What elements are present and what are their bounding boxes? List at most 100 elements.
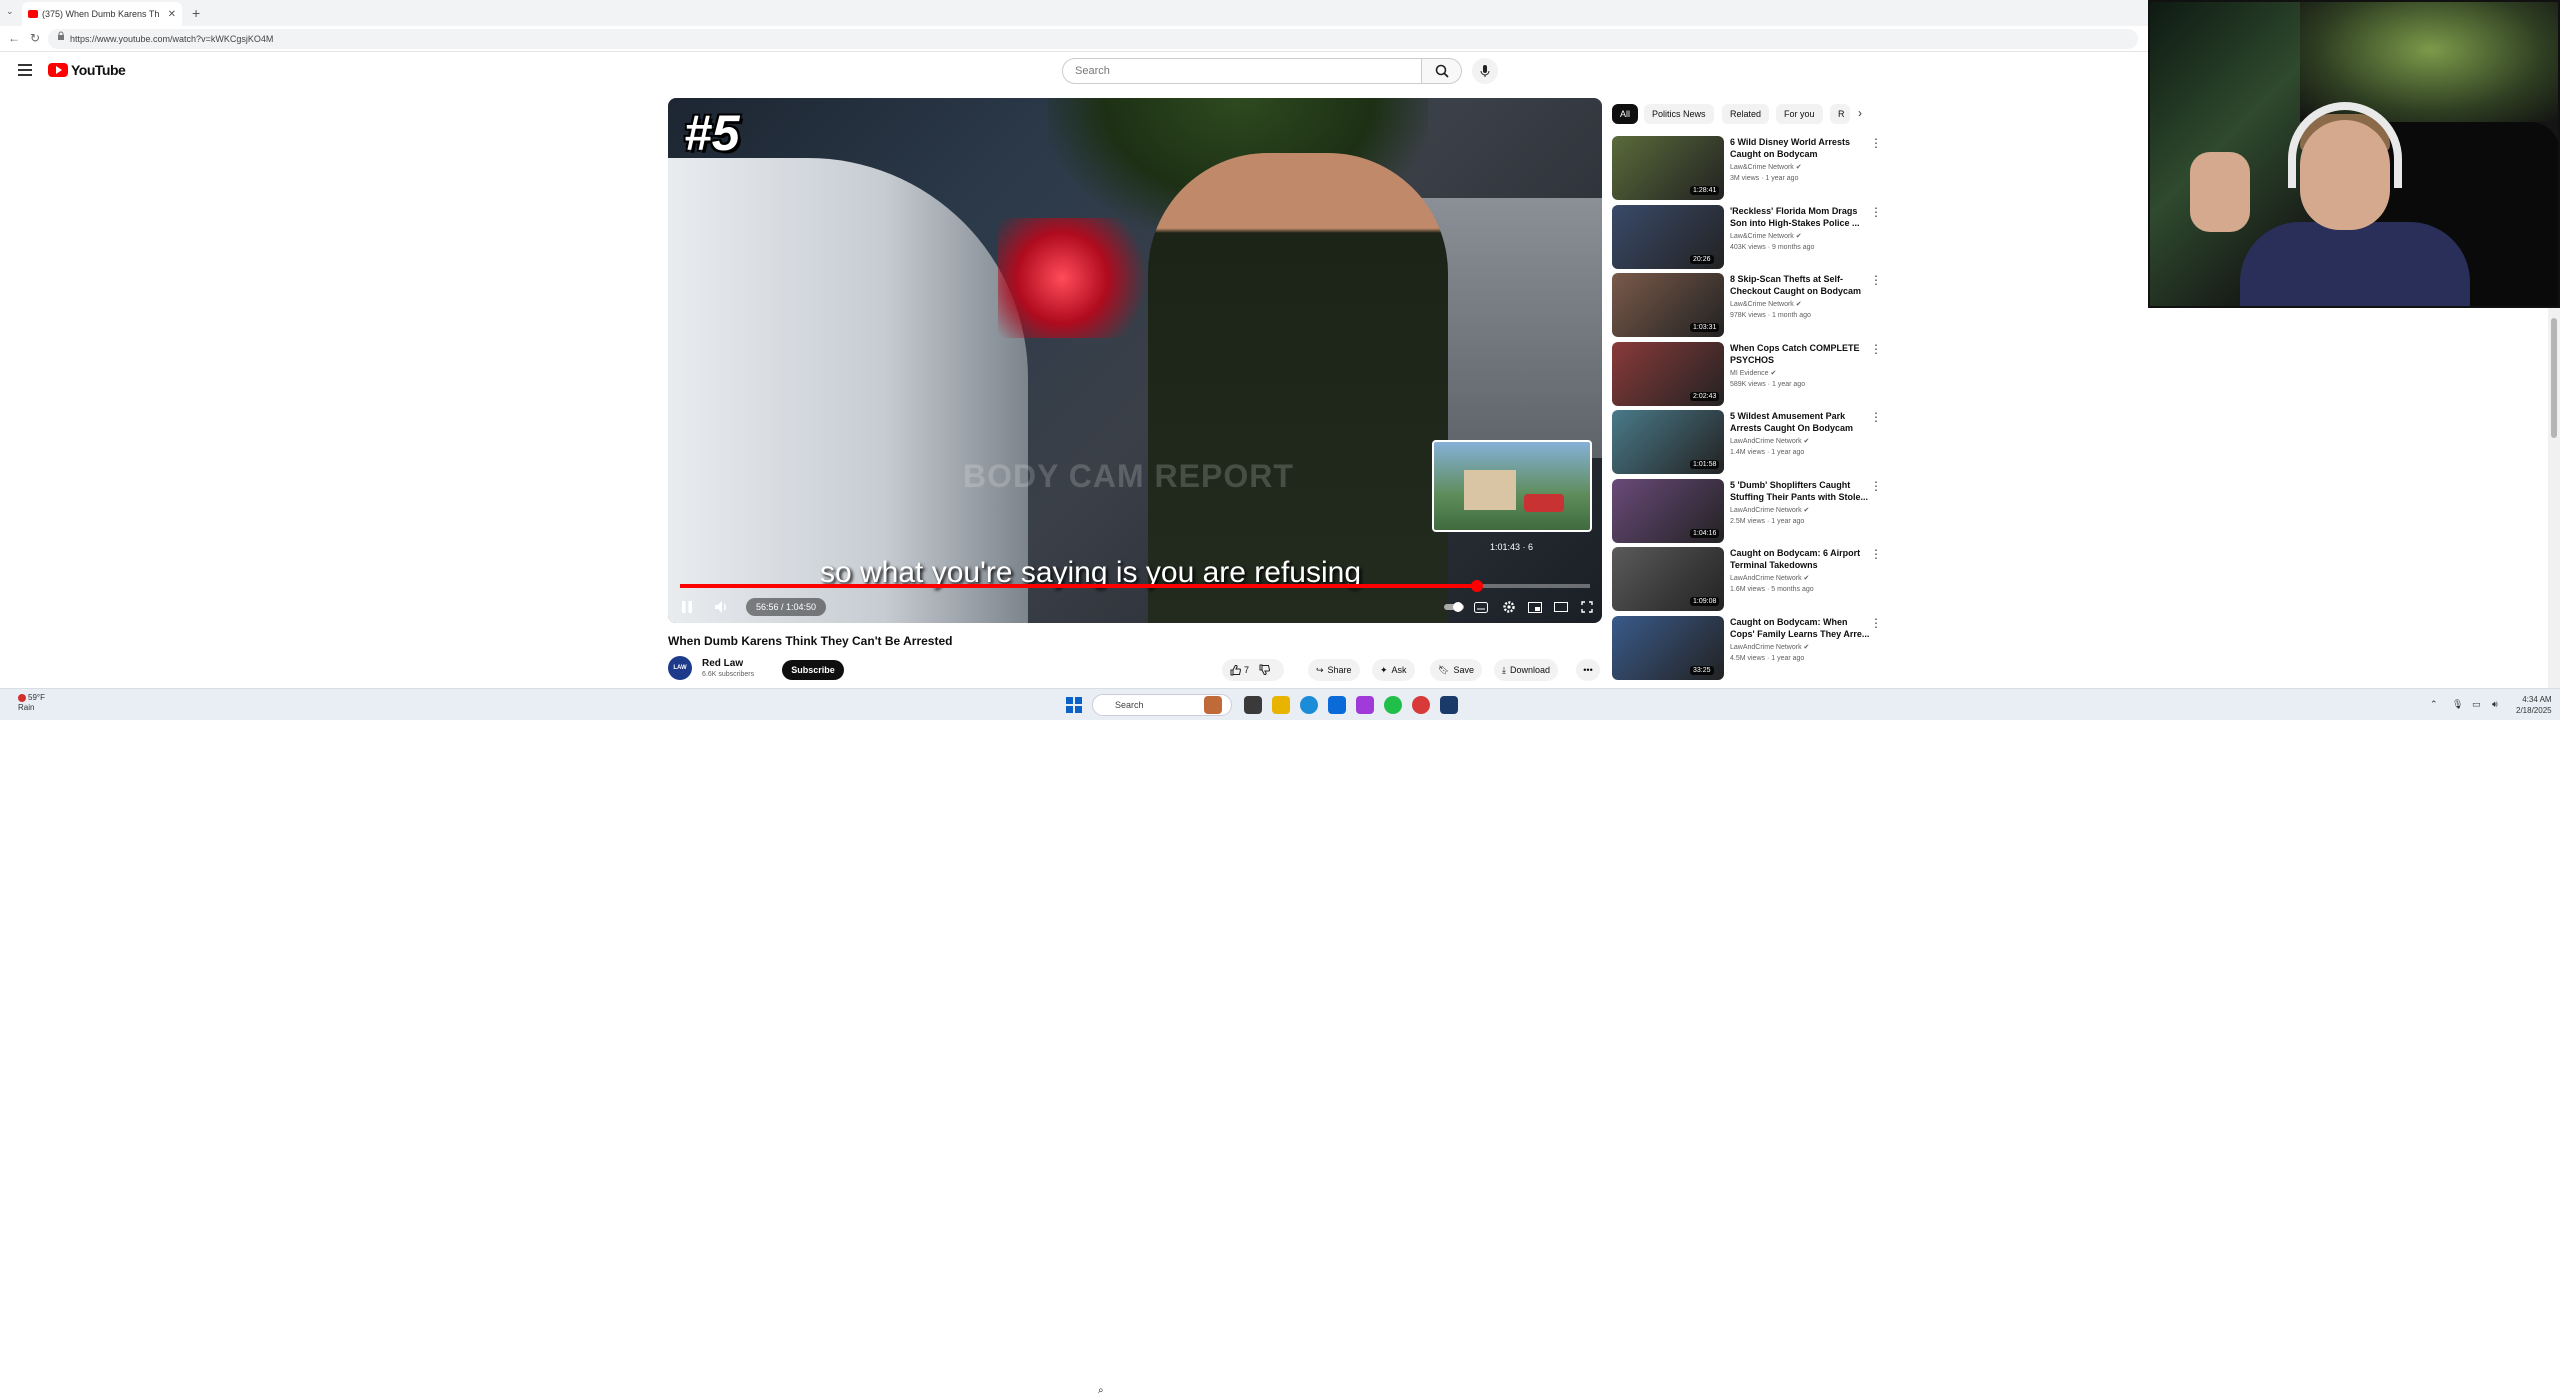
chip-politics-news[interactable]: Politics News <box>1644 104 1714 124</box>
more-vertical-icon[interactable]: ⋮ <box>1870 205 1882 219</box>
save-button[interactable]: 🔖︎ Save <box>1430 659 1482 681</box>
start-button[interactable] <box>1066 697 1082 713</box>
video-player[interactable]: #5 BODY CAM REPORT 1:01:43 · 6 so what y… <box>668 98 1602 623</box>
recommendation-item[interactable]: 1:09:08 Caught on Bodycam: 6 Airport Term… <box>1612 547 1882 611</box>
recommendation-title[interactable]: 8 Skip-Scan Thefts at Self-Checkout Caug… <box>1730 273 1870 297</box>
search-button[interactable] <box>1422 58 1462 84</box>
taskbar-widget-icon[interactable] <box>1204 696 1222 714</box>
like-button[interactable]: 7 <box>1230 664 1249 676</box>
page-scrollbar[interactable] <box>2548 308 2560 688</box>
video-frame-police-lights <box>998 218 1158 338</box>
ask-label: Ask <box>1391 665 1407 675</box>
edge-icon[interactable] <box>1300 696 1318 714</box>
recommendation-item[interactable]: 1:01:58 5 Wildest Amusement Park Arrests … <box>1612 410 1882 474</box>
ask-button[interactable]: ✦ Ask <box>1372 659 1415 681</box>
file-explorer-icon[interactable] <box>1272 696 1290 714</box>
recommendation-title[interactable]: Caught on Bodycam: 6 Airport Terminal Ta… <box>1730 547 1870 571</box>
more-vertical-icon[interactable]: ⋮ <box>1870 616 1882 630</box>
progress-bar[interactable] <box>680 580 1590 592</box>
recommendation-channel[interactable]: Law&Crime Network ✔︎ <box>1730 232 1802 240</box>
store-icon[interactable] <box>1328 696 1346 714</box>
subtitles-icon <box>1474 601 1488 613</box>
system-clock[interactable]: 4:34 AM 2/18/2025 <box>2516 694 2552 716</box>
recommendation-item[interactable]: 20:26 'Reckless' Florida Mom Drags Son in… <box>1612 204 1882 269</box>
recommendation-item[interactable]: 1:28:41 6 Wild Disney World Arrests Caugh… <box>1612 136 1882 200</box>
youtube-logo[interactable]: YouTube <box>48 62 126 78</box>
recommendation-channel[interactable]: LawAndCrime Network ✔︎ <box>1730 574 1809 582</box>
tray-overflow-icon[interactable]: ⌃ <box>2430 699 2438 710</box>
settings-button[interactable] <box>1500 596 1518 618</box>
scrollbar-thumb[interactable] <box>2551 318 2557 438</box>
more-vertical-icon[interactable]: ⋮ <box>1870 342 1882 356</box>
more-vertical-icon[interactable]: ⋮ <box>1870 410 1882 424</box>
steam-icon[interactable] <box>1440 696 1458 714</box>
tab-list-icon[interactable]: ⌄ <box>6 6 14 17</box>
microphone-icon <box>1480 65 1490 77</box>
address-bar-row: ← ↻ https://www.youtube.com/watch?v=kWKC… <box>0 26 2148 52</box>
chrome-icon[interactable] <box>1412 696 1430 714</box>
subscribe-button[interactable]: Subscribe <box>782 660 844 680</box>
recommendation-title[interactable]: 'Reckless' Florida Mom Drags Son into Hi… <box>1730 205 1870 229</box>
recommendation-item[interactable]: 1:03:31 8 Skip-Scan Thefts at Self-Checko… <box>1612 273 1882 337</box>
more-vertical-icon[interactable]: ⋮ <box>1870 273 1882 287</box>
chevron-right-icon[interactable]: › <box>1858 106 1862 120</box>
dislike-button[interactable] <box>1259 664 1271 677</box>
reload-icon[interactable]: ↻ <box>30 31 40 45</box>
browser-tab[interactable]: (375) When Dumb Karens Th ✕ <box>22 2 182 26</box>
search-input[interactable]: Search <box>1062 58 1422 84</box>
tray-volume-icon[interactable]: 🔊︎ <box>2492 699 2498 710</box>
fullscreen-button[interactable] <box>1578 596 1596 618</box>
menu-icon[interactable] <box>18 64 32 76</box>
task-view-icon[interactable] <box>1244 696 1262 714</box>
chip-truncated[interactable]: R <box>1830 104 1850 124</box>
pause-button[interactable] <box>678 596 696 618</box>
miniplayer-button[interactable] <box>1526 596 1544 618</box>
recommendation-title[interactable]: When Cops Catch COMPLETE PSYCHOS <box>1730 342 1870 366</box>
video-watermark: BODY CAM REPORT <box>963 458 1294 494</box>
autoplay-icon <box>1444 602 1464 612</box>
recommendation-item[interactable]: 33:25 Caught on Bodycam: When Cops' Famil… <box>1612 615 1882 680</box>
video-duration: 20:26 <box>1690 254 1714 264</box>
volume-button[interactable] <box>712 596 732 618</box>
download-button[interactable]: ⤓ Download <box>1494 659 1559 681</box>
channel-avatar[interactable]: LAW <box>668 656 692 680</box>
chip-all[interactable]: All <box>1612 104 1639 124</box>
url-field[interactable]: https://www.youtube.com/watch?v=kWKCgsjK… <box>48 29 2138 49</box>
share-button[interactable]: ↪ Share <box>1308 659 1360 681</box>
recommendation-title[interactable]: 5 Wildest Amusement Park Arrests Caught … <box>1730 410 1870 434</box>
back-icon[interactable]: ← <box>8 31 20 45</box>
new-tab-icon[interactable]: + <box>192 5 200 21</box>
recommendation-channel[interactable]: MI Evidence ✔︎ <box>1730 369 1776 377</box>
theater-mode-button[interactable] <box>1552 596 1570 618</box>
recommendation-channel[interactable]: LawAndCrime Network ✔︎ <box>1730 437 1809 445</box>
chip-for-you[interactable]: For you <box>1776 104 1823 124</box>
weather-widget[interactable]: 59°F Rain <box>18 693 45 713</box>
close-tab-icon[interactable]: ✕ <box>168 9 176 20</box>
more-vertical-icon[interactable]: ⋮ <box>1870 547 1882 561</box>
chip-related[interactable]: Related <box>1722 104 1770 124</box>
tray-network-icon[interactable]: ▭ <box>2472 699 2481 710</box>
more-vertical-icon[interactable]: ⋮ <box>1870 479 1882 493</box>
recommendation-channel[interactable]: Law&Crime Network ✔︎ <box>1730 163 1802 171</box>
recommendation-title[interactable]: Caught on Bodycam: When Cops' Family Lea… <box>1730 616 1870 640</box>
recommendation-channel[interactable]: Law&Crime Network ✔︎ <box>1730 300 1802 308</box>
recommendation-item[interactable]: 2:02:43 When Cops Catch COMPLETE PSYCHOS M… <box>1612 341 1882 406</box>
subtitles-button[interactable] <box>1472 596 1490 618</box>
more-actions-button[interactable]: ••• <box>1576 659 1600 681</box>
recommendation-item[interactable]: 1:04:16 5 'Dumb' Shoplifters Caught Stuff… <box>1612 478 1882 543</box>
recommendation-channel[interactable]: LawAndCrime Network ✔︎ <box>1730 643 1809 651</box>
site-info-icon[interactable] <box>56 31 66 41</box>
share-label: Share <box>1327 665 1352 675</box>
recommendation-title[interactable]: 6 Wild Disney World Arrests Caught on Bo… <box>1730 136 1870 160</box>
more-vertical-icon[interactable]: ⋮ <box>1870 136 1882 150</box>
voice-search-button[interactable] <box>1472 58 1498 84</box>
autoplay-toggle[interactable] <box>1442 596 1466 618</box>
recommendation-title[interactable]: 5 'Dumb' Shoplifters Caught Stuffing The… <box>1730 479 1870 503</box>
gear-icon <box>1503 601 1515 613</box>
spotify-icon[interactable] <box>1384 696 1402 714</box>
channel-name[interactable]: Red Law <box>702 658 743 669</box>
obs-icon[interactable] <box>1356 696 1374 714</box>
tray-mic-icon[interactable]: 🎙︎ <box>2452 699 2463 710</box>
recommendation-channel[interactable]: LawAndCrime Network ✔︎ <box>1730 506 1809 514</box>
progress-scrubber[interactable] <box>1471 580 1484 592</box>
